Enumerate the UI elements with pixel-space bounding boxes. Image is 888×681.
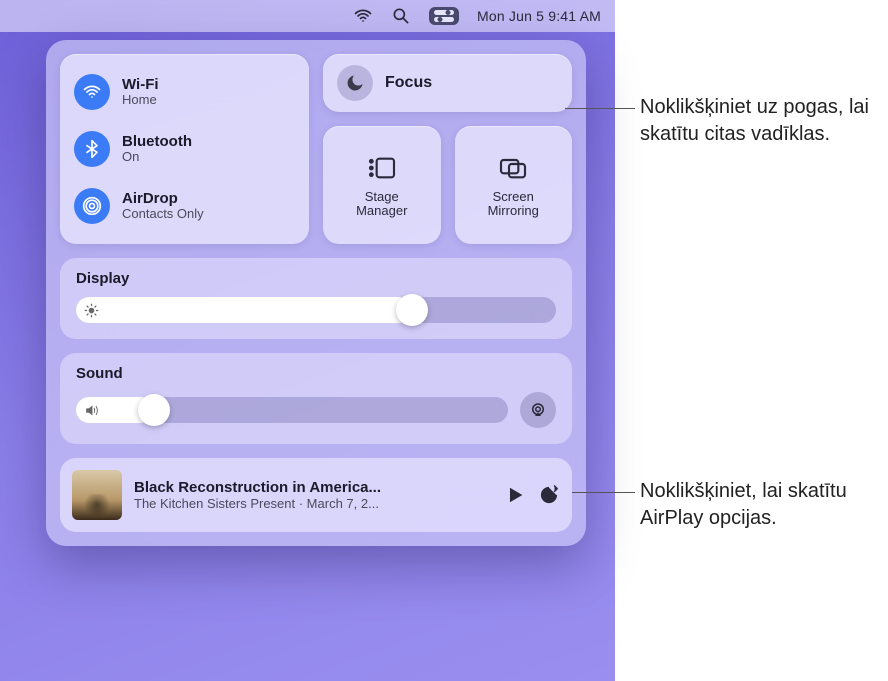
wifi-icon[interactable] xyxy=(353,6,373,26)
callout-focus: Noklikšķiniet uz pogas, lai skatītu cita… xyxy=(640,94,870,148)
control-center-toggle[interactable] xyxy=(429,7,459,25)
display-card: Display xyxy=(60,258,572,339)
screen-mirroring-icon xyxy=(497,152,529,184)
callout-line xyxy=(565,108,635,109)
display-label: Display xyxy=(76,270,556,287)
sound-card: Sound xyxy=(60,353,572,444)
wifi-title: Wi-Fi xyxy=(122,76,159,93)
airdrop-title: AirDrop xyxy=(122,190,204,207)
display-slider[interactable] xyxy=(76,297,556,323)
airdrop-icon xyxy=(74,188,110,224)
airdrop-sub: Contacts Only xyxy=(122,207,204,222)
connectivity-card: Wi-Fi Home Bluetooth On xyxy=(60,54,309,244)
callout-line xyxy=(572,492,635,493)
sound-label: Sound xyxy=(76,365,556,382)
focus-button[interactable]: Focus xyxy=(323,54,572,112)
screen-mirroring-tile[interactable]: Screen Mirroring xyxy=(455,126,573,244)
now-playing-title: Black Reconstruction in America... xyxy=(134,479,492,496)
spotlight-icon[interactable] xyxy=(391,6,411,26)
bluetooth-row[interactable]: Bluetooth On xyxy=(72,127,297,171)
stage-manager-icon xyxy=(366,152,398,184)
wifi-sub: Home xyxy=(122,93,159,108)
wifi-icon xyxy=(74,74,110,110)
stage-manager-tile[interactable]: Stage Manager xyxy=(323,126,441,244)
moon-icon xyxy=(337,65,373,101)
svg-text:30: 30 xyxy=(545,493,553,500)
menubar: Mon Jun 5 9:41 AM xyxy=(0,0,615,32)
airplay-audio-button[interactable] xyxy=(520,392,556,428)
wifi-row[interactable]: Wi-Fi Home xyxy=(72,70,297,114)
control-center-panel: Wi-Fi Home Bluetooth On xyxy=(46,40,586,546)
callout-airplay: Noklikšķiniet, lai skatītu AirPlay opcij… xyxy=(640,478,870,532)
play-button[interactable] xyxy=(504,484,526,506)
bluetooth-title: Bluetooth xyxy=(122,133,192,150)
now-playing-card[interactable]: Black Reconstruction in America... The K… xyxy=(60,458,572,532)
screen-mirroring-label: Screen Mirroring xyxy=(488,190,539,219)
airplay-icon xyxy=(529,401,547,419)
skip-forward-30-button[interactable]: 30 xyxy=(538,484,560,506)
bluetooth-icon xyxy=(74,131,110,167)
stage-manager-label: Stage Manager xyxy=(356,190,407,219)
focus-label: Focus xyxy=(385,74,432,92)
bluetooth-sub: On xyxy=(122,150,192,165)
menubar-datetime[interactable]: Mon Jun 5 9:41 AM xyxy=(477,8,601,24)
now-playing-subtitle: The Kitchen Sisters Present · March 7, 2… xyxy=(134,496,492,511)
brightness-icon xyxy=(84,303,99,318)
volume-icon xyxy=(84,403,99,418)
sound-slider[interactable] xyxy=(76,397,508,423)
airdrop-row[interactable]: AirDrop Contacts Only xyxy=(72,184,297,228)
album-art xyxy=(72,470,122,520)
